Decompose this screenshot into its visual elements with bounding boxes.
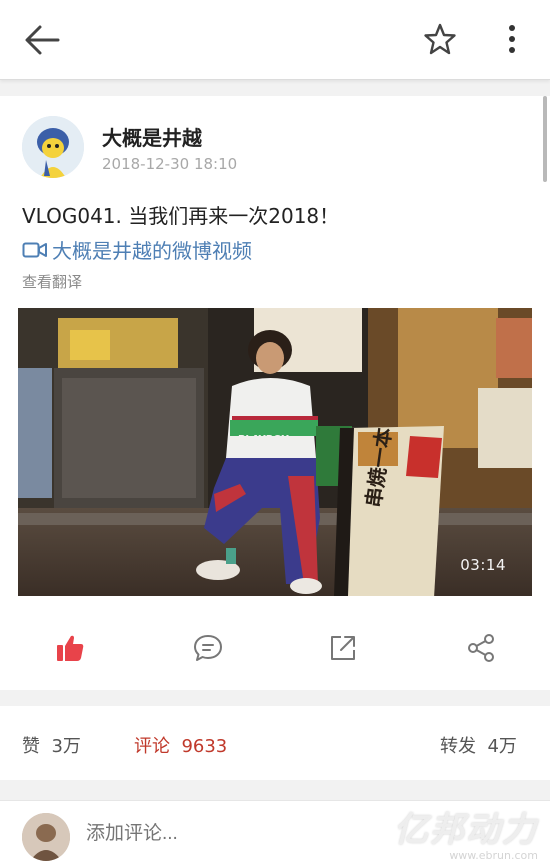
shirt-text: PLAYBOY <box>238 434 289 445</box>
star-outline-icon[interactable] <box>423 22 457 56</box>
comment-icon[interactable] <box>192 632 224 664</box>
video-duration: 03:14 <box>460 556 506 574</box>
scrollbar[interactable] <box>543 96 547 182</box>
likes-stat[interactable]: 赞 3万 <box>22 732 81 758</box>
likes-value: 3万 <box>51 736 81 757</box>
reposts-value: 4万 <box>487 736 517 757</box>
translate-link[interactable]: 查看翻译 <box>22 271 82 292</box>
post-card: 大概是井越 2018-12-30 18:10 VLOG041. 当我们再来一次2… <box>0 96 550 690</box>
arrow-left-icon[interactable] <box>22 22 62 58</box>
comments-label: 评论 <box>134 736 170 757</box>
author-avatar[interactable] <box>22 116 84 178</box>
video-link-label: 大概是井越的微博视频 <box>52 239 252 263</box>
author-name[interactable]: 大概是井越 <box>102 122 202 151</box>
comments-stat[interactable]: 评论 9633 <box>134 732 227 758</box>
video-camera-icon <box>22 242 47 257</box>
share-nodes-icon[interactable] <box>465 632 497 664</box>
thumbs-up-icon[interactable] <box>54 632 86 664</box>
vertical-dots-icon[interactable] <box>500 22 524 56</box>
post-time: 2018-12-30 18:10 <box>102 155 238 173</box>
video-link[interactable]: 大概是井越的微博视频 <box>22 235 252 264</box>
comments-value: 9633 <box>181 736 228 757</box>
stats-row: 赞 3万 评论 9633 转发 4万 <box>0 706 550 780</box>
watermark-brand: 亿邦动力 <box>394 810 538 850</box>
share-out-icon[interactable] <box>327 632 359 664</box>
reposts-label: 转发 <box>440 736 476 757</box>
likes-label: 赞 <box>22 736 40 757</box>
comment-input[interactable] <box>86 823 286 845</box>
video-frame: 串焼一本 PLAYBOY <box>18 308 532 596</box>
user-avatar <box>22 813 70 861</box>
reposts-stat[interactable]: 转发 4万 <box>440 732 517 758</box>
top-bar <box>0 0 550 80</box>
video-thumbnail[interactable]: 串焼一本 PLAYBOY 03:14 <box>18 308 532 596</box>
watermark: 亿邦动力 www.ebrun.com <box>394 802 538 862</box>
post-text: VLOG041. 当我们再来一次2018！ <box>22 204 340 228</box>
action-row <box>0 626 550 676</box>
